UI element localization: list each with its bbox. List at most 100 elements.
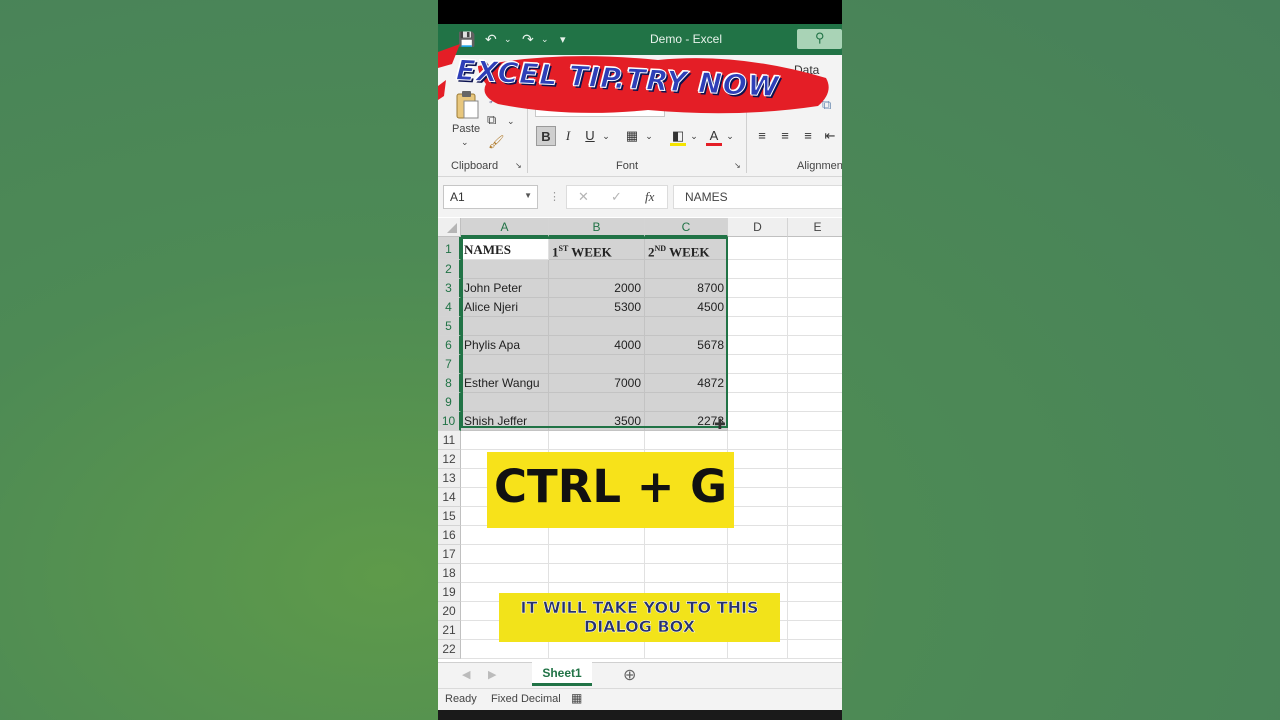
column-header-d[interactable]: D [728,218,788,237]
font-color-dropdown-icon[interactable]: ⌄ [725,126,735,146]
align-right-icon[interactable]: ≡ [800,126,816,146]
row-header[interactable]: 6 [438,336,461,355]
row-header[interactable]: 2 [438,260,461,279]
save-icon[interactable]: 💾 [458,31,475,48]
grid-cell[interactable] [728,260,788,279]
row-header[interactable]: 22 [438,640,461,659]
grid-cell[interactable] [728,564,788,583]
grid-cell[interactable] [788,450,842,469]
row-header[interactable]: 10 [438,412,461,431]
week-value-cell[interactable] [549,260,645,279]
grid-cell[interactable] [645,545,728,564]
grid-cell[interactable] [788,237,842,260]
row-header[interactable]: 15 [438,507,461,526]
select-all-button[interactable] [438,218,461,237]
grid-cell[interactable] [461,545,549,564]
week-value-cell[interactable] [645,317,728,336]
grid-cell[interactable] [788,279,842,298]
grid-cell[interactable] [788,431,842,450]
redo-icon[interactable]: ↷ [522,31,534,48]
cell-a1[interactable]: NAMES [461,237,549,260]
format-painter-icon[interactable]: 🖌 [488,134,505,150]
grid-cell[interactable] [788,488,842,507]
copy-dropdown-icon[interactable]: ⌄ [507,116,515,127]
customize-toolbar-icon[interactable]: ▾ [560,33,566,46]
grid-cell[interactable] [728,450,788,469]
grid-cell[interactable] [788,583,842,602]
grid-cell[interactable] [728,374,788,393]
insert-function-button[interactable]: fx [645,189,654,205]
italic-button[interactable]: I [560,126,576,146]
grid-cell[interactable] [549,431,645,450]
name-cell[interactable]: Shish Jeffer [461,412,549,431]
borders-dropdown-icon[interactable]: ⌄ [644,126,654,146]
add-sheet-icon[interactable]: ⊕ [623,665,636,685]
grid-cell[interactable] [788,374,842,393]
fill-color-icon[interactable]: ◧ [670,126,686,146]
paste-dropdown-icon[interactable]: ⌄ [461,137,469,148]
font-name-box[interactable]: Times New Ro [535,97,665,117]
grid-cell[interactable] [645,564,728,583]
sheet-tab[interactable]: Sheet1 [532,662,592,686]
grid-cell[interactable] [788,298,842,317]
column-header-b[interactable]: B [549,218,645,237]
name-box-dropdown-icon[interactable]: ▼ [524,191,532,200]
grid-cell[interactable] [788,412,842,431]
week-value-cell[interactable]: 4872 [645,374,728,393]
scroll-left-icon[interactable]: ◀ [462,668,470,681]
name-box[interactable]: A1 ▼ [443,185,538,209]
clipboard-launcher-icon[interactable]: ↘ [515,161,522,170]
grid-cell[interactable] [728,545,788,564]
row-header[interactable]: 12 [438,450,461,469]
grid-cell[interactable] [728,526,788,545]
grid-cell[interactable] [728,317,788,336]
scroll-right-icon[interactable]: ▶ [488,668,496,681]
cell-b1[interactable]: 1ST WEEK [549,237,645,260]
week-value-cell[interactable] [549,393,645,412]
grid-cell[interactable] [645,526,728,545]
row-header[interactable]: 1 [438,237,461,260]
grid-cell[interactable] [549,526,645,545]
name-cell[interactable] [461,260,549,279]
grid-cell[interactable] [728,298,788,317]
grid-cell[interactable] [788,393,842,412]
grid-cell[interactable] [788,317,842,336]
paste-icon[interactable] [454,91,480,121]
name-cell[interactable] [461,355,549,374]
week-value-cell[interactable] [645,393,728,412]
copy-icon[interactable]: ⧉ [487,112,496,128]
row-header[interactable]: 4 [438,298,461,317]
name-cell[interactable]: Phylis Apa [461,336,549,355]
week-value-cell[interactable] [645,260,728,279]
name-cell[interactable]: Alice Njeri [461,298,549,317]
macro-record-icon[interactable]: ▦ [571,691,582,705]
grid-cell[interactable] [461,526,549,545]
row-header[interactable]: 11 [438,431,461,450]
underline-button[interactable]: U [582,126,598,146]
grid-cell[interactable] [461,431,549,450]
enter-icon[interactable]: ✓ [611,189,622,205]
undo-icon[interactable]: ↶ [485,31,497,48]
grid-cell[interactable] [788,507,842,526]
grid-cell[interactable] [728,237,788,260]
grid-cell[interactable] [788,336,842,355]
grid-cell[interactable] [728,393,788,412]
grid-cell[interactable] [728,279,788,298]
week-value-cell[interactable]: 7000 [549,374,645,393]
row-header[interactable]: 13 [438,469,461,488]
cell-c1[interactable]: 2ND WEEK [645,237,728,260]
row-header[interactable]: 14 [438,488,461,507]
row-header[interactable]: 19 [438,583,461,602]
name-cell[interactable] [461,393,549,412]
undo-dropdown-icon[interactable]: ⌄ [504,34,512,45]
borders-icon[interactable]: ▦ [624,126,640,146]
row-header[interactable]: 7 [438,355,461,374]
decrease-indent-icon[interactable]: ⇤ [822,126,838,146]
grid-cell[interactable] [461,640,549,659]
grid-cell[interactable] [788,545,842,564]
week-value-cell[interactable] [549,355,645,374]
row-header[interactable]: 9 [438,393,461,412]
week-value-cell[interactable]: 5678 [645,336,728,355]
align-left-icon[interactable]: ≡ [754,126,770,146]
paste-label[interactable]: Paste [452,123,480,135]
